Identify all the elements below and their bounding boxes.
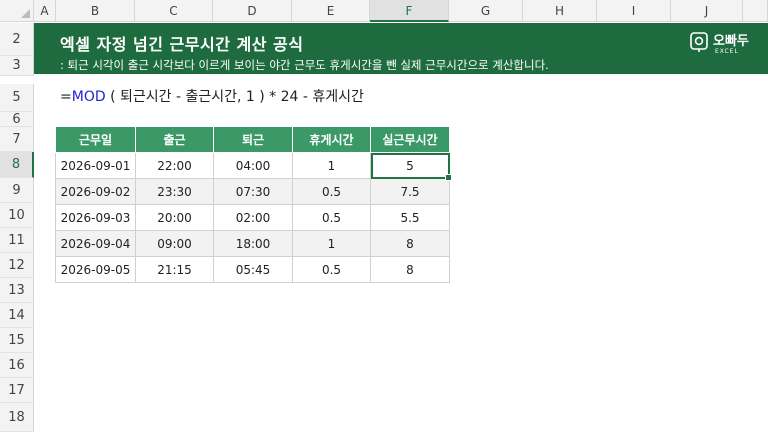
brand-logo: 오빠두 EXCEL <box>689 30 759 60</box>
cell-actual-hours[interactable]: 8 <box>370 230 450 257</box>
cell-workday[interactable]: 2026-09-03 <box>55 204 136 231</box>
row-header-18[interactable]: 18 <box>0 403 34 432</box>
column-header-f[interactable]: F <box>370 0 449 22</box>
table-header-row: 근무일 출근 퇴근 휴게시간 실근무시간 <box>55 126 450 153</box>
cell-clock-out[interactable]: 18:00 <box>213 230 293 257</box>
table-row: 2026-09-03 20:00 02:00 0.5 5.5 <box>55 204 450 231</box>
column-header-h[interactable]: H <box>523 0 597 22</box>
cell-workday[interactable]: 2026-09-04 <box>55 230 136 257</box>
cell-break-time[interactable]: 1 <box>292 152 371 179</box>
row-header-7[interactable]: 7 <box>0 127 34 152</box>
cell-clock-in[interactable]: 21:15 <box>135 256 214 283</box>
column-header-e[interactable]: E <box>292 0 370 22</box>
row-header-6[interactable]: 6 <box>0 112 34 127</box>
header-break-time[interactable]: 휴게시간 <box>292 126 371 153</box>
row-header-13[interactable]: 13 <box>0 278 34 303</box>
page-title: 엑셀 자정 넘긴 근무시간 계산 공식 <box>60 35 304 54</box>
column-header-d[interactable]: D <box>213 0 292 22</box>
column-header-b[interactable]: B <box>56 0 135 22</box>
select-all-corner[interactable] <box>0 0 34 22</box>
cell-actual-hours[interactable]: 5.5 <box>370 204 450 231</box>
cell-break-time[interactable]: 0.5 <box>292 178 371 205</box>
row-header-9[interactable]: 9 <box>0 178 34 203</box>
formula-arguments: ( 퇴근시간 - 출근시간, 1 ) * 24 - 휴게시간 <box>105 89 364 105</box>
row-header-17[interactable]: 17 <box>0 378 34 403</box>
cell-break-time[interactable]: 0.5 <box>292 256 371 283</box>
cell-clock-in[interactable]: 23:30 <box>135 178 214 205</box>
column-header-c[interactable]: C <box>135 0 213 22</box>
logo-text: 오빠두 <box>713 34 749 49</box>
header-clock-out[interactable]: 퇴근 <box>213 126 293 153</box>
cell-workday[interactable]: 2026-09-05 <box>55 256 136 283</box>
cell-break-time[interactable]: 1 <box>292 230 371 257</box>
table-row: 2026-09-02 23:30 07:30 0.5 7.5 <box>55 178 450 205</box>
cell-clock-out[interactable]: 02:00 <box>213 204 293 231</box>
column-header-k[interactable] <box>743 0 768 22</box>
header-clock-in[interactable]: 출근 <box>135 126 214 153</box>
row-header-11[interactable]: 11 <box>0 228 34 253</box>
formula-prefix: = <box>60 89 72 105</box>
cell-clock-out[interactable]: 04:00 <box>213 152 293 179</box>
formula-text: =MOD ( 퇴근시간 - 출근시간, 1 ) * 24 - 휴게시간 <box>60 86 364 106</box>
cell-workday[interactable]: 2026-09-02 <box>55 178 136 205</box>
row-header-8[interactable]: 8 <box>0 152 34 178</box>
cell-clock-in[interactable]: 09:00 <box>135 230 214 257</box>
cell-actual-hours[interactable]: 8 <box>370 256 450 283</box>
cell-clock-in[interactable]: 20:00 <box>135 204 214 231</box>
header-actual-hours[interactable]: 실근무시간 <box>370 126 450 153</box>
row-header-2[interactable]: 2 <box>0 23 34 56</box>
cell-clock-in[interactable]: 22:00 <box>135 152 214 179</box>
row-header-10[interactable]: 10 <box>0 203 34 228</box>
table-row: 2026-09-04 09:00 18:00 1 8 <box>55 230 450 257</box>
logo-icon <box>690 32 708 52</box>
column-header-g[interactable]: G <box>449 0 523 22</box>
active-cell-actual-hours[interactable]: 5 <box>370 152 453 182</box>
worktime-table: 근무일 출근 퇴근 휴게시간 실근무시간 2026-09-01 22:00 04… <box>55 126 453 283</box>
logo-subtext: EXCEL <box>715 48 739 55</box>
row-header-3[interactable]: 3 <box>0 56 34 76</box>
column-header-i[interactable]: I <box>597 0 671 22</box>
row-header-12[interactable]: 12 <box>0 253 34 278</box>
formula-function: MOD <box>71 89 106 105</box>
page-subtitle: : 퇴근 시각이 출근 시각보다 이르게 보이는 야간 근무도 휴게시간을 뺀 … <box>60 58 549 72</box>
column-header-j[interactable]: J <box>671 0 743 22</box>
cell-actual-hours[interactable]: 7.5 <box>370 178 450 205</box>
cell-workday[interactable]: 2026-09-01 <box>55 152 136 179</box>
cell-clock-out[interactable]: 05:45 <box>213 256 293 283</box>
row-header-15[interactable]: 15 <box>0 328 34 353</box>
table-row: 2026-09-05 21:15 05:45 0.5 8 <box>55 256 450 283</box>
table-row: 2026-09-01 22:00 04:00 1 5 <box>55 152 453 182</box>
cell-clock-out[interactable]: 07:30 <box>213 178 293 205</box>
header-workday[interactable]: 근무일 <box>55 126 136 153</box>
row-header-5[interactable]: 5 <box>0 84 34 112</box>
cell-break-time[interactable]: 0.5 <box>292 204 371 231</box>
column-header-a[interactable]: A <box>34 0 56 22</box>
row-header-16[interactable]: 16 <box>0 353 34 378</box>
row-header-14[interactable]: 14 <box>0 303 34 328</box>
